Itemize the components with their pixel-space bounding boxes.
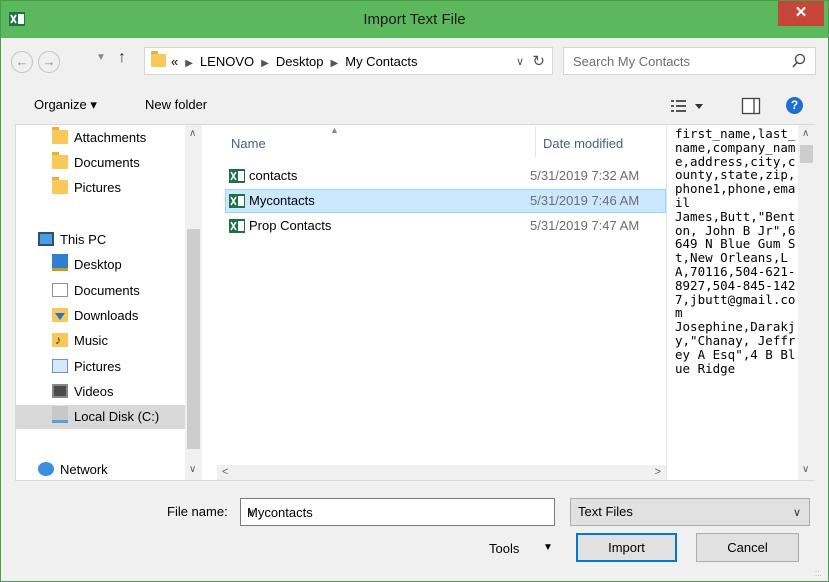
- organize-button[interactable]: Organize ▾: [34, 97, 97, 113]
- sidebar-item-documents-pc[interactable]: Documents: [52, 279, 140, 303]
- resize-grip-icon[interactable]: .....: [815, 566, 825, 578]
- folder-icon: [52, 177, 68, 194]
- close-button[interactable]: ✕: [778, 1, 824, 26]
- preview-scrollbar[interactable]: ∧ ∨: [798, 125, 815, 480]
- scroll-left-icon[interactable]: <: [222, 466, 228, 478]
- forward-button[interactable]: →: [38, 51, 60, 73]
- preview-pane: first_name,last_name,company_name,addres…: [675, 126, 796, 376]
- network-icon: [38, 462, 54, 476]
- videos-icon: [52, 384, 68, 398]
- excel-file-icon: [229, 169, 245, 183]
- file-row[interactable]: Prop Contacts 5/31/2019 7:47 AM: [225, 214, 666, 238]
- file-type-value: Text Files: [578, 504, 633, 519]
- file-browser-pane: Attachments Documents Pictures This PC D…: [15, 124, 815, 481]
- navigation-scrollbar-thumb[interactable]: [187, 229, 200, 449]
- tools-dropdown-icon[interactable]: ▼: [543, 542, 553, 553]
- folder-icon: [52, 152, 68, 169]
- breadcrumb-lenovo[interactable]: LENOVO: [200, 54, 254, 69]
- command-bar: Organize ▾ New folder ?: [1, 88, 828, 124]
- file-row-selected[interactable]: Mycontacts 5/31/2019 7:46 AM: [225, 189, 666, 213]
- column-header-name[interactable]: Name: [231, 136, 266, 151]
- file-name-field[interactable]: Mycontacts ∨: [240, 498, 555, 526]
- file-list: ▲ Name Date modified contacts 5/31/2019 …: [217, 125, 666, 465]
- title-bar: Import Text File ✕: [1, 1, 828, 38]
- column-divider[interactable]: [535, 127, 536, 157]
- sidebar-item-pictures[interactable]: Pictures: [52, 176, 121, 200]
- view-options-icon[interactable]: [671, 98, 705, 114]
- scroll-down-icon[interactable]: ∨: [189, 464, 196, 475]
- column-header-date-modified[interactable]: Date modified: [543, 136, 623, 151]
- disk-icon: [52, 406, 68, 423]
- sidebar-item-desktop[interactable]: Desktop: [52, 253, 122, 277]
- window-title: Import Text File: [363, 11, 466, 28]
- back-button[interactable]: ←: [11, 51, 33, 73]
- folder-icon: [151, 51, 166, 67]
- file-date: 5/31/2019 7:32 AM: [530, 168, 640, 183]
- pictures-icon: [52, 359, 68, 373]
- breadcrumb-separator-icon[interactable]: ▶: [254, 58, 276, 69]
- breadcrumb-my-contacts[interactable]: My Contacts: [345, 54, 417, 69]
- breadcrumb-separator-icon[interactable]: ▶: [324, 58, 346, 69]
- import-text-file-dialog: Import Text File ✕ ← → ▼ ↑ «▶ LENOVO ▶ Desk…: [0, 0, 829, 582]
- scroll-up-icon[interactable]: ∧: [802, 128, 809, 139]
- address-bar[interactable]: «▶ LENOVO ▶ Desktop ▶ My Contacts ∨ ↻: [144, 47, 553, 75]
- excel-file-icon: [229, 194, 245, 208]
- file-name: Prop Contacts: [249, 218, 332, 233]
- sidebar-item-attachments[interactable]: Attachments: [52, 126, 146, 150]
- sidebar-item-music[interactable]: Music: [52, 328, 108, 353]
- address-dropdown-chevron-icon[interactable]: ∨: [516, 55, 524, 68]
- downloads-icon: [52, 308, 68, 322]
- file-date: 5/31/2019 7:47 AM: [530, 218, 640, 233]
- breadcrumb-separator-icon[interactable]: ▶: [178, 58, 200, 69]
- sidebar-item-downloads[interactable]: Downloads: [52, 304, 138, 328]
- file-row[interactable]: contacts 5/31/2019 7:32 AM: [225, 164, 666, 188]
- preview-pane-icon[interactable]: [741, 96, 761, 116]
- refresh-icon[interactable]: ↻: [532, 52, 545, 70]
- tools-button[interactable]: Tools: [489, 541, 519, 556]
- breadcrumb-desktop[interactable]: Desktop: [276, 54, 324, 69]
- address-row: ← → ▼ ↑ «▶ LENOVO ▶ Desktop ▶ My Contacts ∨ ↻…: [1, 38, 828, 88]
- file-date: 5/31/2019 7:46 AM: [530, 193, 640, 208]
- documents-icon: [52, 283, 68, 297]
- sidebar-item-videos[interactable]: Videos: [52, 380, 114, 404]
- search-placeholder: Search My Contacts: [573, 54, 691, 69]
- navigation-scrollbar[interactable]: ∧ ∨: [185, 125, 202, 480]
- sidebar-item-documents[interactable]: Documents: [52, 151, 140, 175]
- computer-icon: [38, 232, 54, 246]
- cancel-button[interactable]: Cancel: [696, 533, 799, 562]
- chevron-down-icon[interactable]: ∨: [247, 506, 547, 519]
- help-icon[interactable]: ?: [786, 97, 803, 114]
- recent-locations-chevron-icon[interactable]: ▼: [96, 52, 106, 63]
- up-button[interactable]: ↑: [118, 49, 126, 67]
- preview-scrollbar-thumb[interactable]: [800, 145, 813, 163]
- sidebar-item-local-disk[interactable]: Local Disk (C:): [16, 405, 201, 429]
- new-folder-button[interactable]: New folder: [145, 97, 207, 112]
- excel-file-icon: [229, 219, 245, 233]
- search-icon[interactable]: [792, 53, 806, 69]
- navigation-pane: Attachments Documents Pictures This PC D…: [16, 125, 217, 480]
- file-name: Mycontacts: [249, 193, 315, 208]
- file-list-horizontal-scrollbar[interactable]: < >: [217, 465, 666, 480]
- desktop-icon: [52, 254, 68, 271]
- file-type-select[interactable]: Text Files ∨: [570, 498, 810, 526]
- folder-icon: [52, 127, 68, 144]
- file-name-label: File name:: [167, 504, 228, 519]
- sidebar-item-network[interactable]: Network: [38, 458, 108, 480]
- chevron-down-icon[interactable]: ∨: [793, 506, 801, 519]
- scroll-right-icon[interactable]: >: [655, 466, 661, 478]
- scroll-up-icon[interactable]: ∧: [189, 128, 196, 139]
- sidebar-item-this-pc[interactable]: This PC: [38, 228, 106, 252]
- music-icon: [52, 328, 68, 352]
- sidebar-item-pictures-pc[interactable]: Pictures: [52, 355, 121, 379]
- sort-ascending-icon: ▲: [330, 125, 339, 135]
- breadcrumb: «▶ LENOVO ▶ Desktop ▶ My Contacts: [171, 54, 417, 69]
- file-name: contacts: [249, 168, 298, 183]
- import-button[interactable]: Import: [576, 533, 677, 562]
- search-input[interactable]: Search My Contacts: [563, 47, 816, 75]
- scroll-down-icon[interactable]: ∨: [802, 464, 809, 475]
